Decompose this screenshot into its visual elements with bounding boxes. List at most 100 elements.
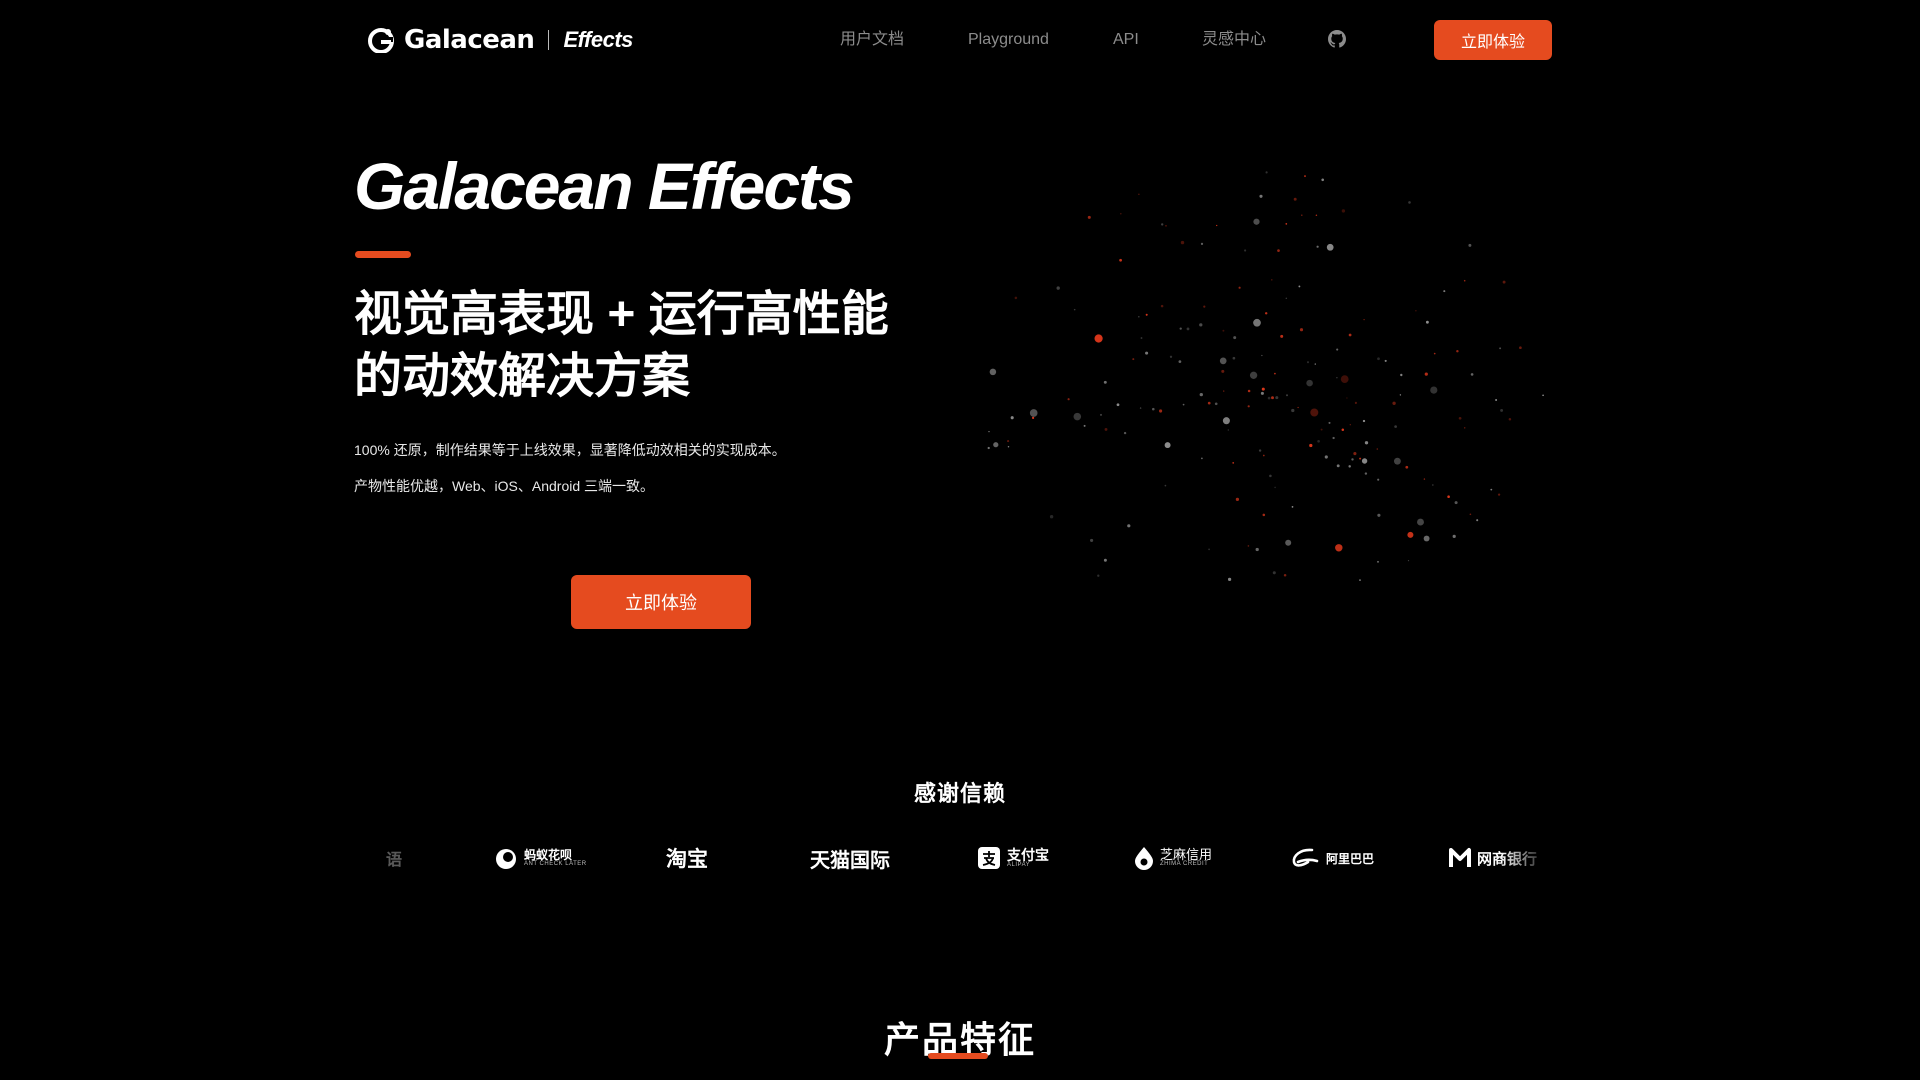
- particle: [1221, 369, 1225, 373]
- particle: [1298, 285, 1301, 288]
- particle: [1280, 334, 1284, 338]
- particle: [1336, 377, 1338, 379]
- hero-title-underline: [355, 251, 411, 258]
- particle: [1299, 328, 1304, 332]
- particle: [1232, 356, 1236, 360]
- particle: [1456, 349, 1459, 353]
- particle: [1324, 455, 1328, 459]
- partial-logo-icon: 语: [386, 852, 403, 869]
- hero-try-button[interactable]: 立即体验: [571, 575, 751, 629]
- particle: [989, 368, 997, 376]
- particle: [1014, 296, 1018, 300]
- github-icon[interactable]: [1328, 30, 1346, 48]
- top-nav: 用户文档 Playground API 灵感中心: [0, 20, 1920, 60]
- particle: [1199, 323, 1203, 327]
- particle: [1341, 428, 1345, 432]
- particle: [1349, 424, 1351, 426]
- particle: [1469, 513, 1472, 516]
- brand-tmall-global-label: 天猫国际: [810, 849, 890, 872]
- particle: [1145, 313, 1148, 316]
- particle: [1267, 396, 1271, 400]
- particle: [1341, 209, 1346, 213]
- particle: [1291, 408, 1295, 413]
- brand-zhima: 芝麻信用 ZHIMA CREDIT: [1134, 840, 1212, 876]
- particle: [1353, 452, 1357, 456]
- header-try-button[interactable]: 立即体验: [1434, 20, 1552, 60]
- particle: [1104, 427, 1108, 431]
- particle: [1103, 380, 1107, 384]
- particle: [1326, 243, 1334, 251]
- nav-user-docs[interactable]: 用户文档: [840, 20, 904, 60]
- particle: [1007, 445, 1010, 448]
- particle: [993, 442, 999, 448]
- particle: [1120, 212, 1122, 215]
- brand-alibaba-label: 阿里巴巴: [1326, 851, 1375, 866]
- particle: [1152, 407, 1155, 411]
- particle: [1159, 409, 1163, 413]
- particle: [1433, 352, 1436, 355]
- particle: [1317, 439, 1320, 443]
- particle: [1216, 224, 1218, 227]
- particle: [1253, 218, 1260, 225]
- particle: [1316, 245, 1319, 248]
- particle: [1261, 387, 1265, 391]
- particle: [1361, 458, 1368, 464]
- particle: [1097, 574, 1100, 577]
- nav-api[interactable]: API: [1113, 20, 1139, 60]
- particle: [1364, 441, 1369, 445]
- particle: [1285, 297, 1288, 300]
- particle: [1265, 171, 1268, 174]
- particle: [1262, 513, 1266, 517]
- particle: [1310, 408, 1319, 417]
- particle: [1238, 286, 1241, 289]
- particle: [1542, 394, 1544, 397]
- page: Galacean Effects 用户文档 Playground API 灵感中…: [0, 0, 1920, 1080]
- particle: [1362, 419, 1366, 423]
- brand-alibaba: 阿里巴巴: [1290, 840, 1374, 876]
- particle: [1262, 454, 1265, 457]
- nav-inspiration[interactable]: 灵感中心: [1202, 20, 1266, 60]
- particle: [1271, 279, 1273, 281]
- hero-title: Galacean Effects: [354, 149, 855, 223]
- particle: [1119, 258, 1122, 262]
- particle: [1377, 478, 1380, 481]
- particle: [1186, 327, 1190, 331]
- particle: [987, 446, 990, 450]
- particle: [1247, 405, 1250, 408]
- particle: [1519, 346, 1522, 350]
- hero-desc-2: 产物性能优越，Web、iOS、Android 三端一致。: [354, 478, 655, 494]
- nav-playground[interactable]: Playground: [968, 20, 1049, 60]
- particle: [1359, 457, 1362, 460]
- particle: [1094, 334, 1103, 343]
- particle: [1233, 336, 1237, 340]
- particle: [1470, 373, 1474, 376]
- particle: [1359, 579, 1361, 581]
- trust-title: 感谢信赖: [913, 781, 1006, 806]
- particle: [1269, 474, 1272, 478]
- features-title-underline: [928, 1053, 988, 1059]
- particle: [1258, 449, 1262, 452]
- brand-partial: 语: [386, 840, 402, 876]
- alipay-icon: [978, 847, 1000, 869]
- particle: [1264, 312, 1268, 315]
- particle: [1315, 214, 1318, 216]
- hero-subtitle-line1: 视觉高表现 + 运行高性能: [354, 288, 889, 341]
- particle: [1495, 399, 1498, 401]
- particle: [1272, 571, 1276, 575]
- particle: [1179, 327, 1182, 330]
- particle: [1328, 421, 1331, 424]
- particle: [1277, 249, 1280, 252]
- particle: [1255, 547, 1259, 552]
- particle: [1291, 506, 1294, 508]
- particle: [1499, 347, 1502, 350]
- particle: [1417, 518, 1424, 526]
- particle: [1200, 242, 1204, 246]
- particle: [1249, 371, 1258, 379]
- particle: [1275, 396, 1279, 400]
- particle: [1508, 418, 1512, 421]
- particle: [1399, 394, 1402, 396]
- particle: [1423, 478, 1426, 480]
- features-title: 产品特征: [883, 1019, 1036, 1060]
- particle: [1090, 538, 1094, 542]
- particle: [1208, 548, 1211, 551]
